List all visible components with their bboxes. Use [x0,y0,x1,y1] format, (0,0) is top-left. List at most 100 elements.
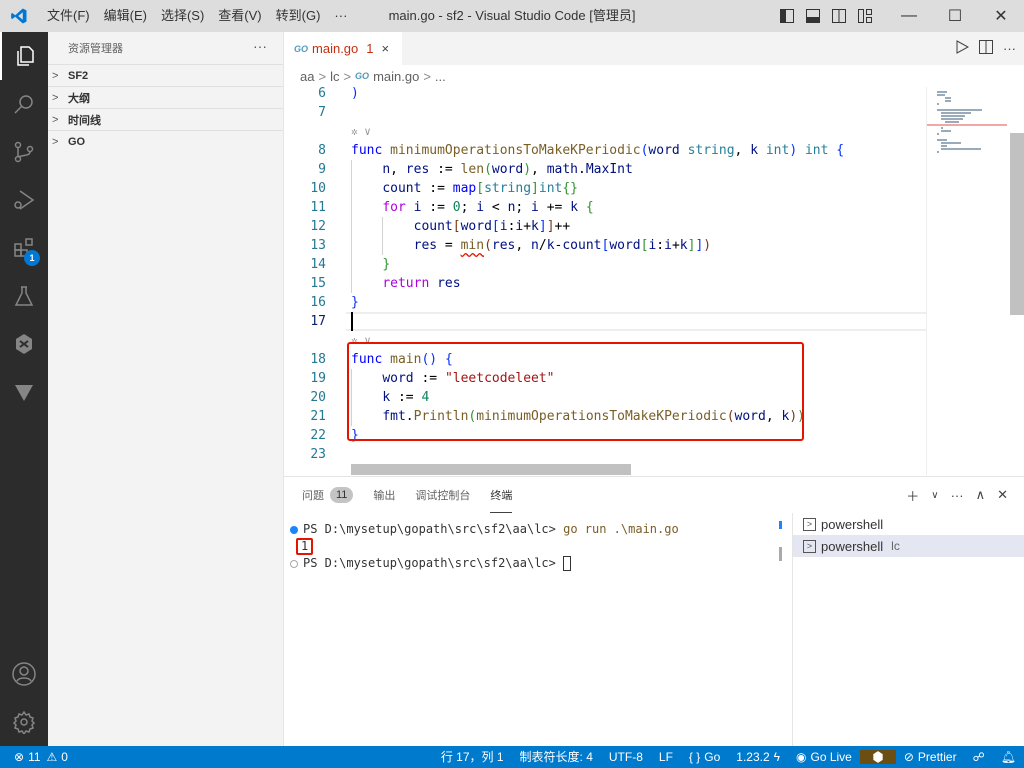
menu-selection[interactable]: 选择(S) [154,0,211,32]
go-file-icon: GO [355,71,370,81]
section-go[interactable]: > GO [48,130,283,152]
settings-gear-icon[interactable] [0,698,48,746]
code-token: len [460,162,485,177]
toggle-panel-icon[interactable] [800,0,826,32]
code-token: } [351,295,359,310]
breadcrumb-file[interactable]: main.go [373,69,419,84]
minimap-line [945,121,959,123]
code-token: ++ [554,219,571,234]
code-line[interactable]: 12 count[word[i:i+k]]++ [284,217,926,236]
tab-problem-count: 1 [366,41,374,56]
cursor-position[interactable]: 行 17，列 1 [433,746,512,768]
scrollbar-thumb[interactable] [1010,133,1024,315]
split-editor-icon[interactable] [979,40,993,57]
close-panel-icon[interactable]: ✕ [997,487,1008,503]
explorer-sidebar: 资源管理器 ··· > SF2 > 大纲 > 时间线 > GO [48,32,284,746]
source-control-icon[interactable] [0,128,48,176]
extensions-icon[interactable]: 1 [0,224,48,272]
code-line[interactable]: 23 [284,445,926,464]
code-line[interactable]: 9 n, res := len(word), math.MaxInt [284,160,926,179]
editor-more-icon[interactable]: ··· [1003,41,1016,56]
feedback-icon[interactable]: ☍ [965,746,993,768]
notifications-bell-icon[interactable]: 🔔︎ [993,746,1024,768]
minimap[interactable] [926,87,1016,475]
menu-view[interactable]: 查看(V) [211,0,268,32]
toggle-secondary-sidebar-icon[interactable] [826,0,852,32]
chevron-down-icon[interactable]: ∨ [931,490,938,501]
code-line[interactable]: 14 } [284,255,926,274]
breadcrumb-symbol[interactable]: ... [435,69,446,84]
remote-triangle-icon[interactable] [0,368,48,416]
maximize-button[interactable]: ☐ [932,0,978,32]
menu-more[interactable]: ··· [327,0,354,32]
breadcrumb-lc[interactable]: lc [330,69,339,84]
code-line[interactable]: 17 [284,312,926,331]
vertical-scrollbar[interactable] [1010,87,1024,475]
terminal-scrollbar[interactable] [779,521,783,561]
section-outline[interactable]: > 大纲 [48,86,283,108]
code-line[interactable]: 6) [284,87,926,103]
code-token: < [484,200,508,215]
run-file-icon[interactable] [955,40,970,57]
code-line[interactable]: 7 [284,103,926,122]
section-timeline[interactable]: > 时间线 [48,108,283,130]
horizontal-scrollbar[interactable] [351,464,631,475]
maximize-panel-icon[interactable]: ∧ [976,487,986,503]
end-of-line[interactable]: LF [651,746,681,768]
tab-output[interactable]: 输出 [373,477,395,513]
close-window-button[interactable]: ✕ [978,0,1024,32]
terminal-output[interactable]: PS D:\mysetup\gopath\src\sf2\aa\lc> go r… [284,521,784,572]
new-terminal-icon[interactable]: ＋ [906,486,919,505]
code-text: count := map[string]int{} [351,179,578,198]
terminal-item[interactable]: > powershell [793,513,1024,535]
go-version[interactable]: 1.23.2 ϟ [728,746,788,768]
code-line[interactable]: 16} [284,293,926,312]
prettier-button[interactable]: ⊘ Prettier [896,746,965,768]
menu-file[interactable]: 文件(F) [40,0,97,32]
explorer-more-button[interactable]: ··· [253,38,267,54]
tab-debug-console[interactable]: 调试控制台 [415,477,470,513]
search-icon[interactable] [0,80,48,128]
terminal-cursor [563,556,572,571]
encoding[interactable]: UTF-8 [601,746,651,768]
menu-go[interactable]: 转到(G) [269,0,328,32]
terminal-item[interactable]: > powershell lc [793,535,1024,557]
accounts-icon[interactable] [0,650,48,698]
line-number: 22 [310,428,326,443]
goland-extension-icon[interactable] [0,320,48,368]
section-sf2[interactable]: > SF2 [48,64,283,86]
panel-more-icon[interactable]: ··· [951,488,964,503]
minimize-button[interactable]: — [886,0,932,32]
code-line[interactable]: 10 count := map[string]int{} [284,179,926,198]
tab-size[interactable]: 制表符长度: 4 [512,746,601,768]
go-live-button[interactable]: ◉ Go Live [788,746,860,768]
codelens-icon[interactable]: ✲ ∨ [351,122,371,141]
tab-terminal[interactable]: 终端 [490,477,513,513]
problems-status[interactable]: ⊗ 11 ⚠ 0 [0,750,68,764]
testing-flask-icon[interactable] [0,272,48,320]
breadcrumb-aa[interactable]: aa [300,69,314,84]
code-line[interactable]: 11 for i := 0; i < n; i += k { [284,198,926,217]
tab-main-go[interactable]: GO main.go 1 × [284,32,402,65]
code-token: [ [476,181,485,196]
code-token: [ [491,219,500,234]
line-number: 7 [318,105,326,120]
customize-layout-icon[interactable] [852,0,878,32]
toggle-sidebar-icon[interactable] [774,0,800,32]
code-line[interactable]: 15 return res [284,274,926,293]
broadcast-icon: ◉ [796,750,807,764]
minimap-line [937,94,945,96]
goland-status-icon[interactable] [859,750,896,764]
tab-problems[interactable]: 问题 11 [302,477,354,513]
language-mode[interactable]: { } Go [681,746,728,768]
code-line[interactable]: 13 res = min(res, n/k-count[word[i:i+k]]… [284,236,926,255]
code-token: map [452,181,477,196]
explorer-icon[interactable] [0,32,48,80]
run-debug-icon[interactable] [0,176,48,224]
tab-close-icon[interactable]: × [382,41,390,56]
code-token: ( [484,162,492,177]
menu-edit[interactable]: 编辑(E) [97,0,154,32]
breadcrumb: aa > lc > GO main.go > ... [284,65,1024,87]
code-line[interactable]: 8 func minimumOperationsToMakeKPeriodic(w… [284,141,926,160]
